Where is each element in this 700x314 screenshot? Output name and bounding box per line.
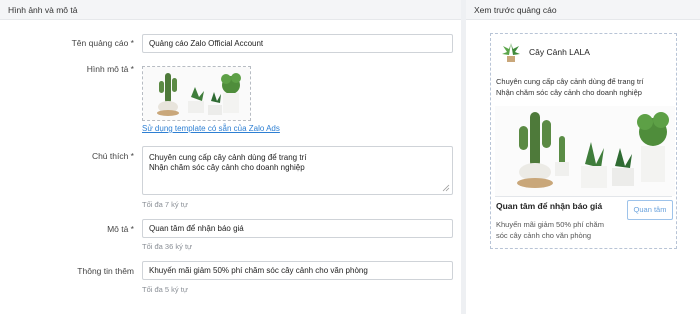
card-divider bbox=[495, 196, 672, 197]
description-value: Quan tâm để nhận báo giá bbox=[149, 224, 244, 233]
plant-thumbnail-icon bbox=[499, 40, 523, 64]
ad-name-input[interactable]: Quảng cáo Zalo Official Account bbox=[142, 34, 453, 53]
use-template-link[interactable]: Sử dụng template có sẵn của Zalo Ads bbox=[142, 124, 280, 133]
ad-preview-card: Cây Cảnh LALA Chuyên cung cấp cây cảnh d… bbox=[490, 33, 677, 249]
plant-image-large bbox=[495, 106, 675, 196]
note-hint: Tối đa 7 ký tự bbox=[142, 200, 188, 209]
note-line-1: Chuyên cung cấp cây cảnh dùng để trang t… bbox=[149, 153, 307, 162]
note-label: Chú thích * bbox=[91, 151, 134, 161]
card-image bbox=[495, 106, 675, 196]
ad-form-panel: Hình ảnh và mô tả Tên quảng cáo * Quảng … bbox=[0, 0, 461, 314]
extra-info-input[interactable]: Khuyến mãi giảm 50% phí chăm sóc cây cản… bbox=[142, 261, 453, 280]
description-label: Mô tả * bbox=[107, 224, 134, 234]
preview-title: Xem trước quảng cáo bbox=[466, 0, 700, 20]
image-upload-box[interactable] bbox=[142, 66, 251, 121]
description-input[interactable]: Quan tâm để nhận báo giá bbox=[142, 219, 453, 238]
card-desc-line-1: Chuyên cung cấp cây cảnh dùng để trang t… bbox=[496, 77, 644, 86]
extra-info-label: Thông tin thêm bbox=[77, 266, 134, 276]
ad-name-value: Quảng cáo Zalo Official Account bbox=[149, 39, 264, 48]
resize-grip-icon[interactable] bbox=[442, 184, 450, 192]
card-headline: Quan tâm để nhận báo giá bbox=[496, 201, 603, 211]
ad-preview-panel: Xem trước quảng cáo Cây Cảnh LALA Chuyên… bbox=[466, 0, 700, 314]
card-desc-line-2: Nhận chăm sóc cây cảnh cho doanh nghiệp bbox=[496, 88, 642, 97]
description-hint: Tối đa 36 ký tự bbox=[142, 242, 193, 251]
extra-info-value: Khuyến mãi giảm 50% phí chăm sóc cây cản… bbox=[149, 266, 368, 275]
account-name: Cây Cảnh LALA bbox=[529, 47, 590, 57]
card-description: Chuyên cung cấp cây cảnh dùng để trang t… bbox=[496, 76, 644, 98]
card-subtext: Khuyến mãi giảm 50% phí chăm sóc cây cản… bbox=[496, 220, 604, 240]
note-textarea[interactable]: Chuyên cung cấp cây cảnh dùng để trang t… bbox=[142, 146, 453, 195]
note-line-2: Nhận chăm sóc cây cảnh cho doanh nghiệp bbox=[149, 163, 305, 172]
ad-name-label: Tên quảng cáo * bbox=[71, 38, 134, 48]
extra-info-hint: Tối đa 5 ký tự bbox=[142, 285, 188, 294]
plant-image bbox=[143, 67, 250, 120]
panel-title: Hình ảnh và mô tả bbox=[0, 0, 461, 20]
image-label: Hình mô tả * bbox=[86, 64, 134, 74]
follow-button[interactable]: Quan tâm bbox=[627, 200, 673, 220]
